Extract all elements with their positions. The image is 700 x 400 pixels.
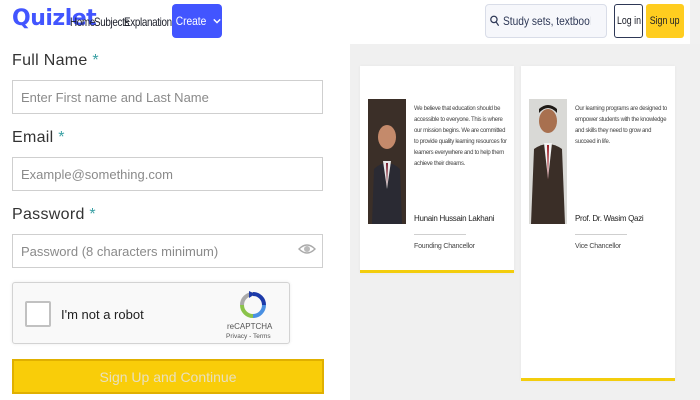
signup-button[interactable]: Sign up bbox=[646, 4, 684, 38]
divider bbox=[575, 234, 627, 235]
nav-explanations-link[interactable]: Explanations bbox=[124, 15, 177, 29]
recaptcha-logo-icon bbox=[240, 291, 266, 318]
testimonial-role: Founding Chancellor bbox=[414, 243, 475, 250]
search-bar[interactable]: Study sets, textbooks, ... bbox=[485, 4, 607, 38]
person-photo bbox=[368, 99, 406, 224]
testimonial-role: Vice Chancellor bbox=[575, 243, 621, 250]
password-label-text: Password bbox=[12, 206, 85, 223]
password-label: Password * bbox=[12, 206, 96, 224]
create-label: Create bbox=[175, 14, 207, 28]
email-label-text: Email bbox=[12, 129, 54, 146]
create-button[interactable]: Create bbox=[172, 4, 222, 38]
search-placeholder: Study sets, textbooks, ... bbox=[503, 14, 591, 28]
testimonials-panel: We believe that education should be acce… bbox=[350, 44, 700, 400]
recaptcha-brand: reCAPTCHA bbox=[227, 322, 273, 331]
testimonial-card: Our learning programs are designed to em… bbox=[521, 66, 675, 381]
recaptcha-label: I'm not a robot bbox=[61, 307, 144, 322]
sign-up-continue-button[interactable]: Sign Up and Continue bbox=[12, 359, 324, 394]
top-navigation-bar: Quizlet Home Subjects Explanations Creat… bbox=[0, 0, 700, 44]
password-input[interactable] bbox=[12, 234, 323, 268]
full-name-label-text: Full Name bbox=[12, 52, 88, 69]
required-mark: * bbox=[89, 206, 96, 223]
testimonial-card: We believe that education should be acce… bbox=[360, 66, 514, 273]
required-mark: * bbox=[92, 52, 99, 69]
required-mark: * bbox=[58, 129, 65, 146]
signup-label: Sign up bbox=[650, 15, 680, 27]
testimonial-name: Prof. Dr. Wasim Qazi bbox=[575, 214, 644, 223]
recaptcha-terms-link[interactable]: Privacy - Terms bbox=[226, 333, 271, 340]
full-name-input[interactable] bbox=[12, 80, 323, 114]
chevron-down-icon bbox=[213, 18, 221, 24]
login-button[interactable]: Log in bbox=[614, 4, 643, 38]
recaptcha-widget: I'm not a robot reCAPTCHA Privacy - Term… bbox=[12, 282, 290, 344]
login-label: Log in bbox=[616, 15, 641, 27]
eye-icon[interactable] bbox=[298, 242, 316, 256]
recaptcha-checkbox[interactable] bbox=[25, 301, 51, 327]
testimonial-quote: We believe that education should be acce… bbox=[414, 106, 507, 167]
nav-home-link[interactable]: Home bbox=[70, 15, 95, 29]
divider bbox=[414, 234, 466, 235]
search-icon bbox=[490, 15, 500, 27]
email-label: Email * bbox=[12, 129, 65, 147]
testimonial-quote: Our learning programs are designed to em… bbox=[575, 106, 667, 145]
testimonial-name: Hunain Hussain Lakhani bbox=[414, 214, 495, 223]
email-input[interactable] bbox=[12, 157, 323, 191]
full-name-label: Full Name * bbox=[12, 52, 99, 70]
scrollbar[interactable] bbox=[690, 0, 700, 44]
person-photo bbox=[529, 99, 567, 224]
